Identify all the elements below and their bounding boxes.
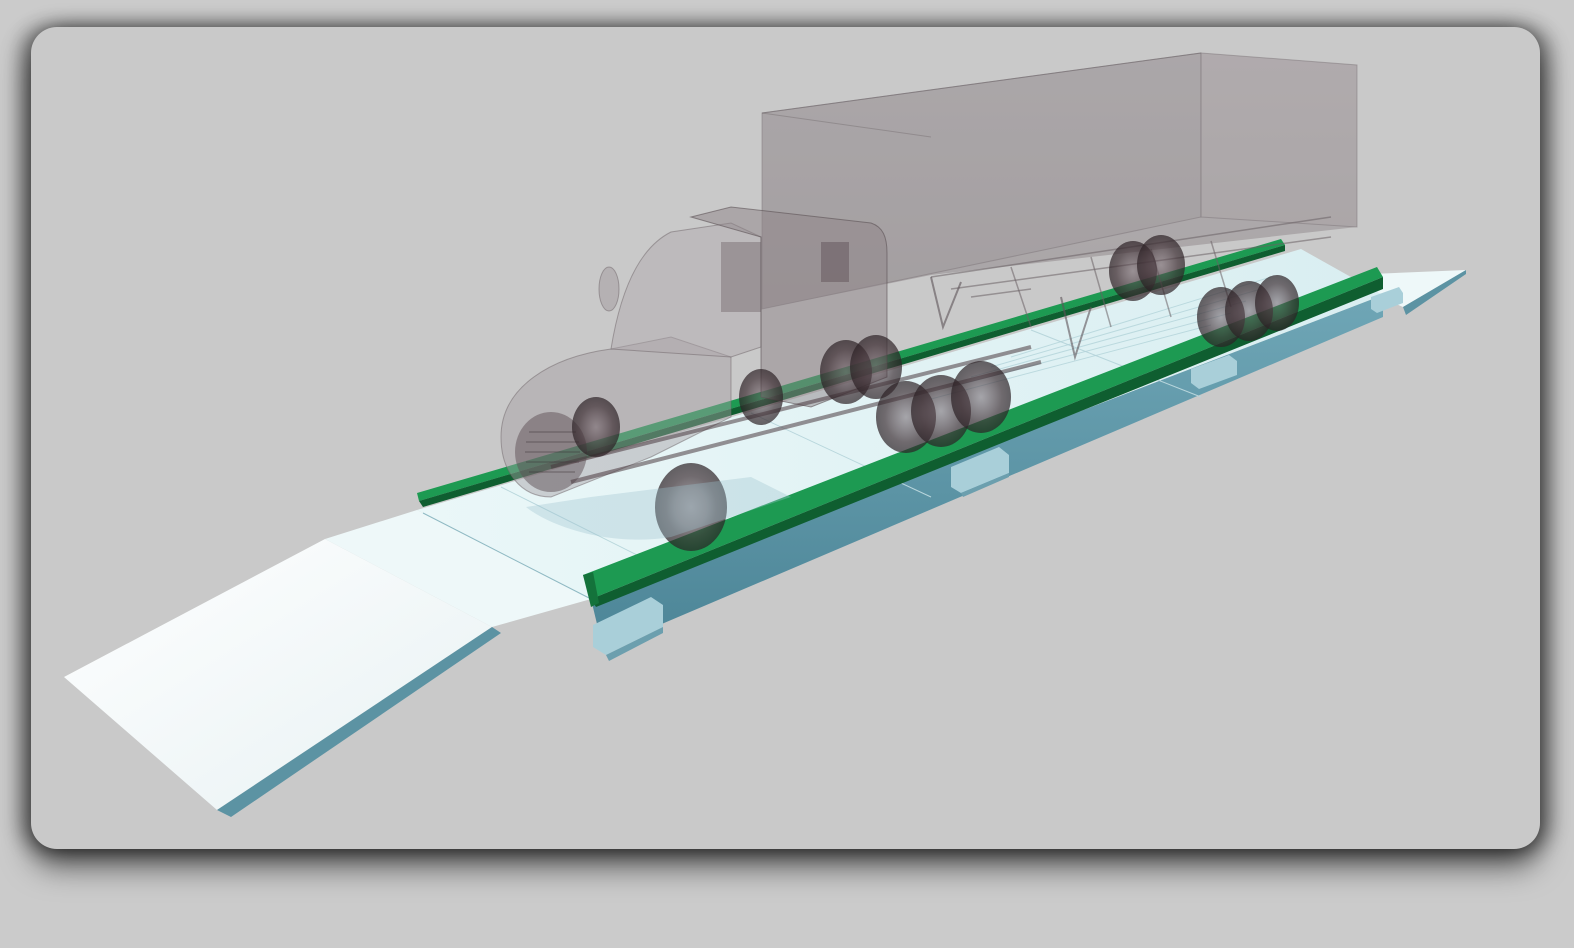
render-panel: [31, 27, 1540, 849]
stage: [0, 0, 1574, 948]
weighbridge-scene: [64, 52, 1466, 817]
